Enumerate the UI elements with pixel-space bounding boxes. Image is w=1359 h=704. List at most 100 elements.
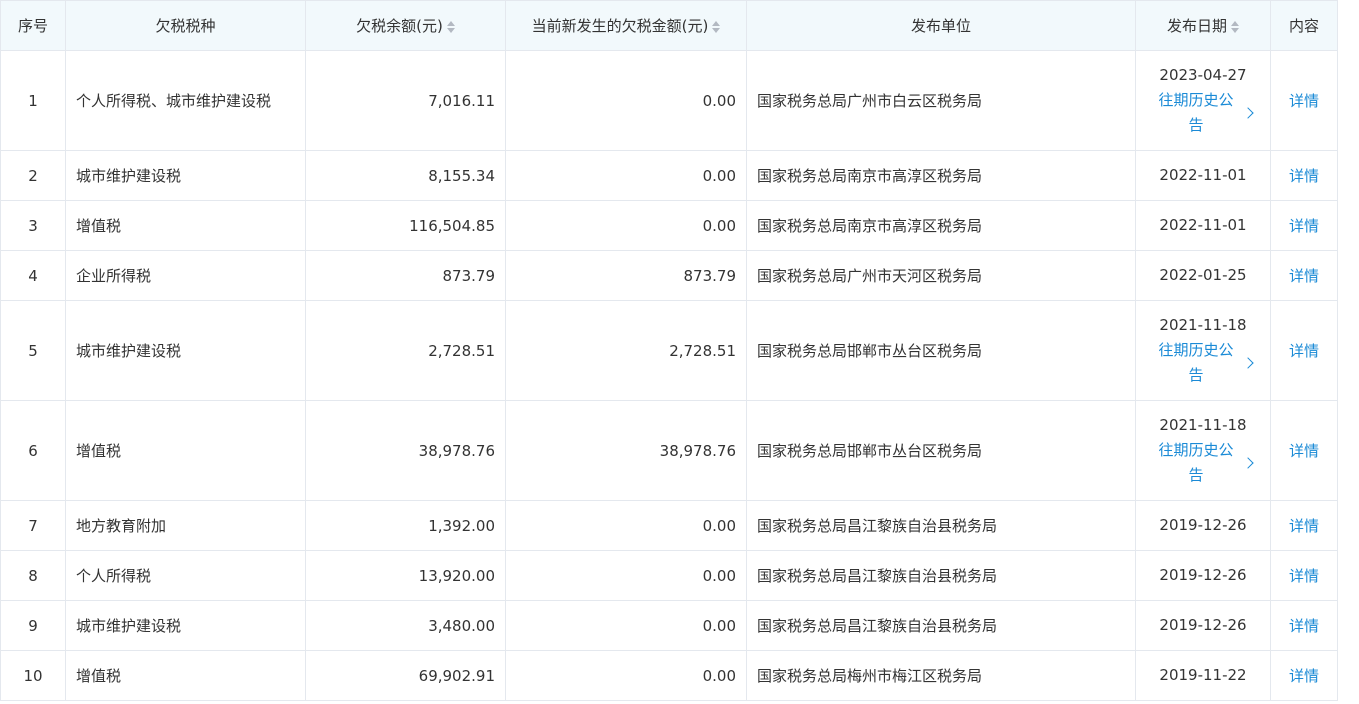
detail-link[interactable]: 详情 — [1289, 667, 1319, 685]
cell-index: 7 — [0, 500, 66, 551]
cell-unit: 国家税务总局梅州市梅江区税务局 — [746, 650, 1136, 701]
cell-unit: 国家税务总局广州市白云区税务局 — [746, 50, 1136, 151]
cell-index: 4 — [0, 250, 66, 301]
table-row: 1 个人所得税、城市维护建设税 7,016.11 0.00 国家税务总局广州市白云区税务… — [0, 50, 1338, 151]
cell-content: 详情 — [1270, 50, 1338, 151]
cell-balance: 7,016.11 — [305, 50, 506, 151]
cell-tax-type: 城市维护建设税 — [65, 300, 306, 401]
history-announcement-label: 往期历史公告 — [1158, 91, 1234, 134]
detail-link[interactable]: 详情 — [1289, 167, 1319, 185]
detail-link[interactable]: 详情 — [1289, 342, 1319, 360]
detail-link[interactable]: 详情 — [1289, 567, 1319, 585]
cell-index: 6 — [0, 400, 66, 501]
cell-unit: 国家税务总局南京市高淳区税务局 — [746, 150, 1136, 201]
cell-date: 2022-11-01 — [1135, 150, 1271, 201]
cell-tax-type: 增值税 — [65, 650, 306, 701]
date-wrap: 2019-11-22 — [1146, 663, 1260, 688]
cell-tax-type: 增值税 — [65, 400, 306, 501]
cell-content: 详情 — [1270, 250, 1338, 301]
date-wrap: 2019-12-26 — [1146, 563, 1260, 588]
cell-new-amount: 0.00 — [505, 200, 747, 251]
cell-unit: 国家税务总局昌江黎族自治县税务局 — [746, 550, 1136, 601]
cell-index: 1 — [0, 50, 66, 151]
cell-balance: 873.79 — [305, 250, 506, 301]
date-value: 2021-11-18 — [1159, 316, 1247, 334]
header-date-label: 发布日期 — [1166, 17, 1227, 35]
cell-index: 8 — [0, 550, 66, 601]
header-balance-label: 欠税余额(元) — [356, 17, 443, 35]
history-announcement-link[interactable]: 往期历史公告 — [1154, 88, 1254, 138]
cell-unit: 国家税务总局邯郸市丛台区税务局 — [746, 300, 1136, 401]
header-balance[interactable]: 欠税余额(元) — [305, 0, 506, 51]
history-announcement-label: 往期历史公告 — [1158, 441, 1234, 484]
detail-link[interactable]: 详情 — [1289, 217, 1319, 235]
detail-link[interactable]: 详情 — [1289, 517, 1319, 535]
table-row: 5 城市维护建设税 2,728.51 2,728.51 国家税务总局邯郸市丛台区税务局 2… — [0, 300, 1338, 401]
cell-date: 2019-12-26 — [1135, 600, 1271, 651]
tax-arrears-table: 序号 欠税税种 欠税余额(元) 当前新发生的欠税金额(元) 发布单位 发布日期 … — [0, 0, 1338, 701]
date-value: 2019-11-22 — [1159, 666, 1247, 684]
cell-balance: 1,392.00 — [305, 500, 506, 551]
cell-content: 详情 — [1270, 150, 1338, 201]
header-unit: 发布单位 — [746, 0, 1136, 51]
history-announcement-link[interactable]: 往期历史公告 — [1154, 438, 1254, 488]
header-tax-type-label: 欠税税种 — [155, 17, 216, 35]
cell-unit: 国家税务总局南京市高淳区税务局 — [746, 200, 1136, 251]
cell-tax-type: 城市维护建设税 — [65, 600, 306, 651]
detail-link[interactable]: 详情 — [1289, 617, 1319, 635]
date-value: 2019-12-26 — [1159, 616, 1247, 634]
date-wrap: 2021-11-18 往期历史公告 — [1146, 313, 1260, 388]
detail-link[interactable]: 详情 — [1289, 267, 1319, 285]
header-content: 内容 — [1270, 0, 1338, 51]
date-wrap: 2019-12-26 — [1146, 613, 1260, 638]
table-row: 2 城市维护建设税 8,155.34 0.00 国家税务总局南京市高淳区税务局 2022-… — [0, 150, 1338, 201]
cell-tax-type: 地方教育附加 — [65, 500, 306, 551]
table-row: 3 增值税 116,504.85 0.00 国家税务总局南京市高淳区税务局 2022-11… — [0, 200, 1338, 251]
cell-unit: 国家税务总局昌江黎族自治县税务局 — [746, 600, 1136, 651]
date-wrap: 2022-11-01 — [1146, 213, 1260, 238]
header-unit-label: 发布单位 — [910, 17, 971, 35]
cell-new-amount: 2,728.51 — [505, 300, 747, 401]
header-date[interactable]: 发布日期 — [1135, 0, 1271, 51]
cell-new-amount: 0.00 — [505, 550, 747, 601]
table-row: 7 地方教育附加 1,392.00 0.00 国家税务总局昌江黎族自治县税务局 2019-… — [0, 500, 1338, 551]
date-wrap: 2023-04-27 往期历史公告 — [1146, 63, 1260, 138]
chevron-right-icon — [1242, 457, 1254, 469]
date-wrap: 2019-12-26 — [1146, 513, 1260, 538]
date-wrap: 2022-01-25 — [1146, 263, 1260, 288]
detail-link[interactable]: 详情 — [1289, 92, 1319, 110]
cell-index: 9 — [0, 600, 66, 651]
history-announcement-link[interactable]: 往期历史公告 — [1154, 338, 1254, 388]
cell-unit: 国家税务总局昌江黎族自治县税务局 — [746, 500, 1136, 551]
cell-date: 2023-04-27 往期历史公告 — [1135, 50, 1271, 151]
date-value: 2022-01-25 — [1159, 266, 1247, 284]
table-body: 1 个人所得税、城市维护建设税 7,016.11 0.00 国家税务总局广州市白云区税务… — [0, 50, 1338, 701]
date-value: 2019-12-26 — [1159, 516, 1247, 534]
cell-content: 详情 — [1270, 400, 1338, 501]
cell-date: 2021-11-18 往期历史公告 — [1135, 300, 1271, 401]
cell-tax-type: 个人所得税、城市维护建设税 — [65, 50, 306, 151]
table-row: 6 增值税 38,978.76 38,978.76 国家税务总局邯郸市丛台区税务局 202… — [0, 400, 1338, 501]
cell-date: 2019-11-22 — [1135, 650, 1271, 701]
sort-icon[interactable] — [446, 20, 455, 33]
cell-index: 2 — [0, 150, 66, 201]
date-value: 2023-04-27 — [1159, 66, 1247, 84]
header-new-amount[interactable]: 当前新发生的欠税金额(元) — [505, 0, 747, 51]
date-value: 2021-11-18 — [1159, 416, 1247, 434]
cell-index: 10 — [0, 650, 66, 701]
cell-content: 详情 — [1270, 500, 1338, 551]
table-row: 9 城市维护建设税 3,480.00 0.00 国家税务总局昌江黎族自治县税务局 2019… — [0, 600, 1338, 651]
cell-content: 详情 — [1270, 600, 1338, 651]
sort-icon[interactable] — [712, 20, 721, 33]
table-header: 序号 欠税税种 欠税余额(元) 当前新发生的欠税金额(元) 发布单位 发布日期 … — [0, 0, 1338, 51]
detail-link[interactable]: 详情 — [1289, 442, 1319, 460]
header-new-amount-label: 当前新发生的欠税金额(元) — [531, 17, 709, 35]
cell-date: 2022-11-01 — [1135, 200, 1271, 251]
header-index: 序号 — [0, 0, 66, 51]
chevron-right-icon — [1242, 357, 1254, 369]
cell-date: 2022-01-25 — [1135, 250, 1271, 301]
cell-date: 2021-11-18 往期历史公告 — [1135, 400, 1271, 501]
sort-icon[interactable] — [1231, 20, 1239, 33]
cell-date: 2019-12-26 — [1135, 550, 1271, 601]
date-value: 2022-11-01 — [1159, 166, 1247, 184]
